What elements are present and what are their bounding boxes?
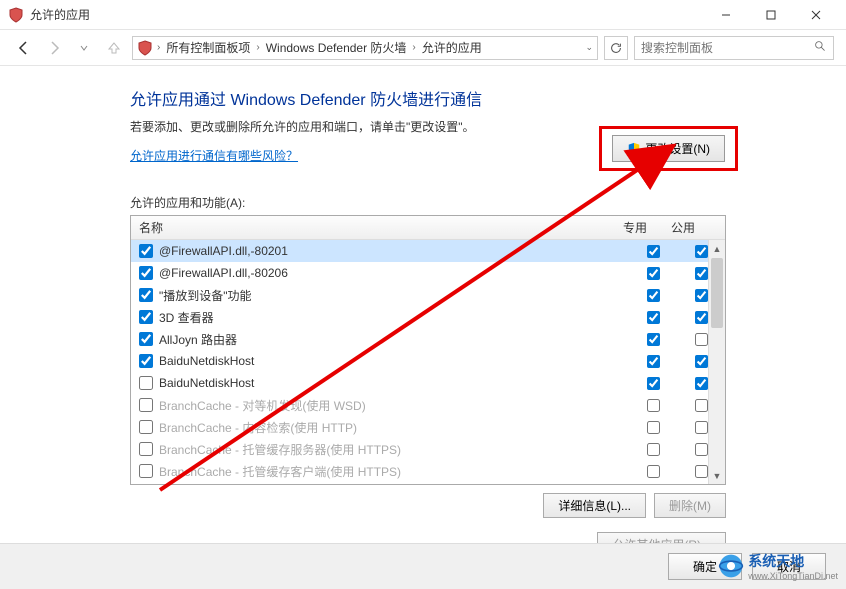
col-header-name[interactable]: 名称 (131, 219, 611, 236)
row-enable-checkbox[interactable] (139, 310, 153, 324)
watermark-icon (718, 553, 744, 579)
row-private-checkbox[interactable] (647, 267, 660, 280)
app-shield-icon (8, 7, 24, 23)
row-public-checkbox[interactable] (695, 465, 708, 478)
maximize-button[interactable] (748, 0, 793, 30)
list-row[interactable]: BaiduNetdiskHost (131, 350, 725, 372)
chevron-right-icon: › (256, 42, 259, 53)
row-name-label: BranchCache - 托管缓存客户端(使用 HTTPS) (159, 463, 629, 480)
row-name-label: BaiduNetdiskHost (159, 376, 629, 390)
change-settings-button[interactable]: 更改设置(N) (612, 135, 725, 162)
scroll-up-icon[interactable]: ▲ (709, 240, 725, 257)
row-public-checkbox[interactable] (695, 333, 708, 346)
list-header: 名称 专用 公用 (131, 216, 725, 240)
row-name-label: 3D 查看器 (159, 309, 629, 326)
row-enable-checkbox[interactable] (139, 442, 153, 456)
row-public-checkbox[interactable] (695, 421, 708, 434)
up-button[interactable] (102, 36, 126, 60)
row-public-checkbox[interactable] (695, 289, 708, 302)
breadcrumb-item-2[interactable]: Windows Defender 防火墙 (264, 39, 409, 56)
recent-dropdown[interactable] (72, 36, 96, 60)
apps-listbox: 名称 专用 公用 @FirewallAPI.dll,-80201 @Firewal… (130, 215, 726, 485)
row-enable-checkbox[interactable] (139, 464, 153, 478)
risk-link[interactable]: 允许应用进行通信有哪些风险？ (130, 149, 298, 163)
col-header-private[interactable]: 专用 (611, 219, 659, 236)
window-title: 允许的应用 (30, 6, 703, 23)
row-public-checkbox[interactable] (695, 311, 708, 324)
row-name-label: BranchCache - 托管缓存服务器(使用 HTTPS) (159, 441, 629, 458)
row-enable-checkbox[interactable] (139, 332, 153, 346)
row-public-checkbox[interactable] (695, 355, 708, 368)
row-name-label: @FirewallAPI.dll,-80201 (159, 244, 629, 258)
page-heading: 允许应用通过 Windows Defender 防火墙进行通信 (130, 86, 726, 110)
row-name-label: BranchCache - 对等机发现(使用 WSD) (159, 397, 629, 414)
change-settings-label: 更改设置(N) (645, 140, 710, 157)
list-row[interactable]: BaiduNetdiskHost (131, 372, 725, 394)
breadcrumb[interactable]: › 所有控制面板项 › Windows Defender 防火墙 › 允许的应用… (132, 36, 598, 60)
row-enable-checkbox[interactable] (139, 244, 153, 258)
row-private-checkbox[interactable] (647, 311, 660, 324)
list-row[interactable]: BranchCache - 托管缓存客户端(使用 HTTPS) (131, 460, 725, 482)
uac-shield-icon (627, 142, 641, 156)
row-name-label: BaiduNetdiskHost (159, 354, 629, 368)
watermark-url: www.XiTongTianDi.net (748, 571, 838, 581)
breadcrumb-item-3[interactable]: 允许的应用 (420, 39, 484, 56)
close-button[interactable] (793, 0, 838, 30)
chevron-right-icon: › (412, 42, 415, 53)
row-private-checkbox[interactable] (647, 333, 660, 346)
scroll-thumb[interactable] (711, 258, 723, 328)
forward-button[interactable] (42, 36, 66, 60)
list-row[interactable]: AllJoyn 路由器 (131, 328, 725, 350)
chevron-down-icon[interactable]: ⌄ (585, 42, 593, 53)
row-private-checkbox[interactable] (647, 465, 660, 478)
list-row[interactable]: @FirewallAPI.dll,-80201 (131, 240, 725, 262)
remove-button[interactable]: 删除(M) (654, 493, 726, 518)
minimize-button[interactable] (703, 0, 748, 30)
watermark-name: 系统天地 (748, 553, 804, 569)
scrollbar[interactable]: ▲ ▼ (708, 240, 725, 484)
back-button[interactable] (12, 36, 36, 60)
row-public-checkbox[interactable] (695, 245, 708, 258)
list-row[interactable]: BranchCache - 内容检索(使用 HTTP) (131, 416, 725, 438)
row-name-label: AllJoyn 路由器 (159, 331, 629, 348)
search-box[interactable] (634, 36, 834, 60)
row-enable-checkbox[interactable] (139, 376, 153, 390)
row-private-checkbox[interactable] (647, 443, 660, 456)
row-enable-checkbox[interactable] (139, 420, 153, 434)
row-private-checkbox[interactable] (647, 377, 660, 390)
row-name-label: @FirewallAPI.dll,-80206 (159, 266, 629, 280)
search-input[interactable] (641, 41, 814, 55)
row-enable-checkbox[interactable] (139, 398, 153, 412)
list-row[interactable]: BranchCache - 托管缓存服务器(使用 HTTPS) (131, 438, 725, 460)
details-button[interactable]: 详细信息(L)... (543, 493, 646, 518)
row-name-label: BranchCache - 内容检索(使用 HTTP) (159, 419, 629, 436)
change-settings-highlight: 更改设置(N) (599, 126, 738, 171)
row-enable-checkbox[interactable] (139, 288, 153, 302)
list-row[interactable]: BranchCache - 对等机发现(使用 WSD) (131, 394, 725, 416)
row-private-checkbox[interactable] (647, 355, 660, 368)
row-public-checkbox[interactable] (695, 443, 708, 456)
row-enable-checkbox[interactable] (139, 354, 153, 368)
control-panel-icon (137, 40, 153, 56)
row-private-checkbox[interactable] (647, 289, 660, 302)
row-public-checkbox[interactable] (695, 399, 708, 412)
breadcrumb-item-1[interactable]: 所有控制面板项 (164, 39, 252, 56)
row-private-checkbox[interactable] (647, 245, 660, 258)
row-name-label: "播放到设备"功能 (159, 287, 629, 304)
list-label: 允许的应用和功能(A): (130, 194, 726, 211)
list-row[interactable]: "播放到设备"功能 (131, 284, 725, 306)
scroll-down-icon[interactable]: ▼ (709, 467, 725, 484)
row-private-checkbox[interactable] (647, 399, 660, 412)
row-public-checkbox[interactable] (695, 377, 708, 390)
row-enable-checkbox[interactable] (139, 266, 153, 280)
refresh-button[interactable] (604, 36, 628, 60)
row-public-checkbox[interactable] (695, 267, 708, 280)
row-private-checkbox[interactable] (647, 421, 660, 434)
list-row[interactable]: @FirewallAPI.dll,-80206 (131, 262, 725, 284)
watermark: 系统天地 www.XiTongTianDi.net (718, 551, 838, 581)
search-icon[interactable] (814, 40, 827, 56)
col-header-public[interactable]: 公用 (659, 219, 707, 236)
list-row[interactable]: 3D 查看器 (131, 306, 725, 328)
chevron-right-icon: › (157, 42, 160, 53)
